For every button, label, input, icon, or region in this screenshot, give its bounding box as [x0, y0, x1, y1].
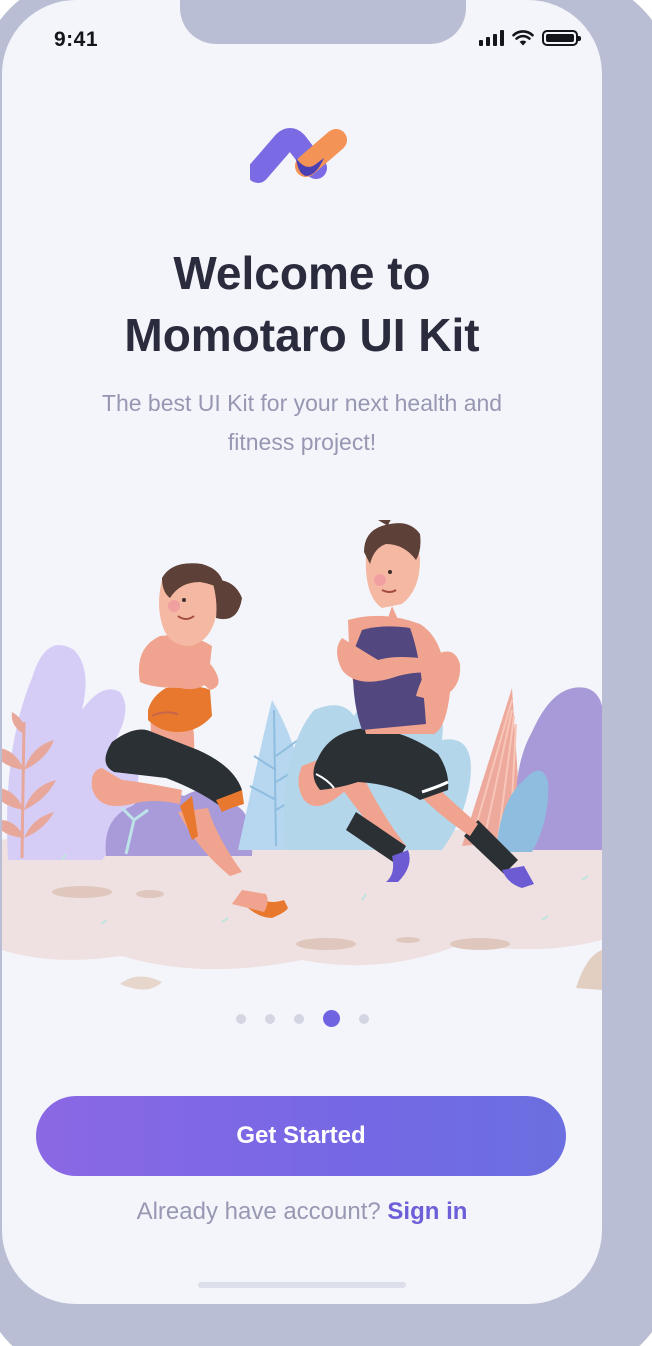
page-dot-3[interactable] — [293, 1013, 304, 1024]
signal-icon — [479, 30, 504, 46]
page-dot-4[interactable] — [322, 1010, 340, 1027]
status-icons — [479, 30, 581, 46]
page-indicator — [2, 1010, 602, 1027]
page-dot-1[interactable] — [235, 1013, 246, 1024]
sign-in-link[interactable]: Sign in — [387, 1198, 467, 1225]
phone-frame: 9:41 Welcome to Momotaro UI Kit The best… — [0, 0, 652, 1346]
two-joggers-illustration — [2, 520, 602, 990]
device-notch — [180, 0, 466, 44]
welcome-title: Welcome to Momotaro UI Kit — [2, 242, 602, 366]
page-dot-5[interactable] — [358, 1013, 369, 1024]
title-line-1: Welcome to — [173, 247, 431, 299]
status-time: 9:41 — [54, 28, 99, 51]
get-started-button[interactable]: Get Started — [36, 1096, 566, 1176]
welcome-subtitle: The best UI Kit for your next health and… — [101, 390, 503, 455]
title-line-2: Momotaro UI Kit — [124, 309, 480, 361]
battery-icon — [542, 30, 581, 46]
screen: 9:41 Welcome to Momotaro UI Kit The best… — [2, 0, 602, 1304]
signin-prompt: Already have account? — [136, 1198, 381, 1225]
momotaro-logo-icon — [250, 128, 347, 183]
page-dot-2[interactable] — [264, 1013, 275, 1024]
wifi-icon — [512, 30, 534, 46]
signin-row: Already have account? Sign in — [2, 1198, 602, 1226]
home-indicator[interactable] — [198, 1282, 406, 1288]
